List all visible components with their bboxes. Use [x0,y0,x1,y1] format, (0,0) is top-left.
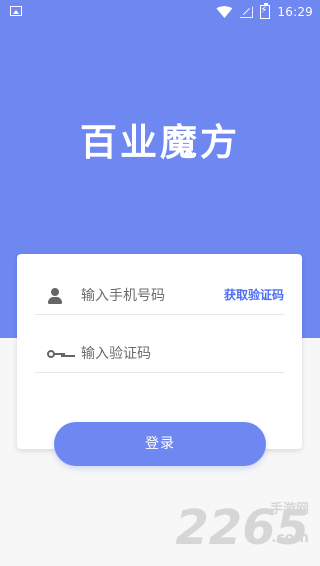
user-icon [47,288,65,306]
login-button[interactable]: 登录 [54,422,266,466]
get-verification-code-button[interactable]: 获取验证码 [224,286,284,303]
wifi-icon [216,6,232,18]
status-bar-right: 16:29 [216,3,313,21]
login-card: 获取验证码 [17,254,302,449]
image-icon [10,6,22,16]
signal-icon [239,6,253,18]
verification-code-input[interactable] [79,341,293,367]
key-icon [47,346,65,364]
verification-code-row [35,336,293,373]
status-time: 16:29 [277,5,313,19]
app-title: 百业魔方 [80,121,240,164]
site-watermark: 2265 手游网 .com [175,502,309,552]
watermark-brand-text: 手游网 [269,502,309,517]
battery-icon [260,3,271,19]
watermark-domain: .com [271,530,309,546]
phone-row: 获取验证码 [35,278,284,315]
status-bar: 16:29 [0,0,320,24]
phone-input[interactable] [79,283,233,309]
